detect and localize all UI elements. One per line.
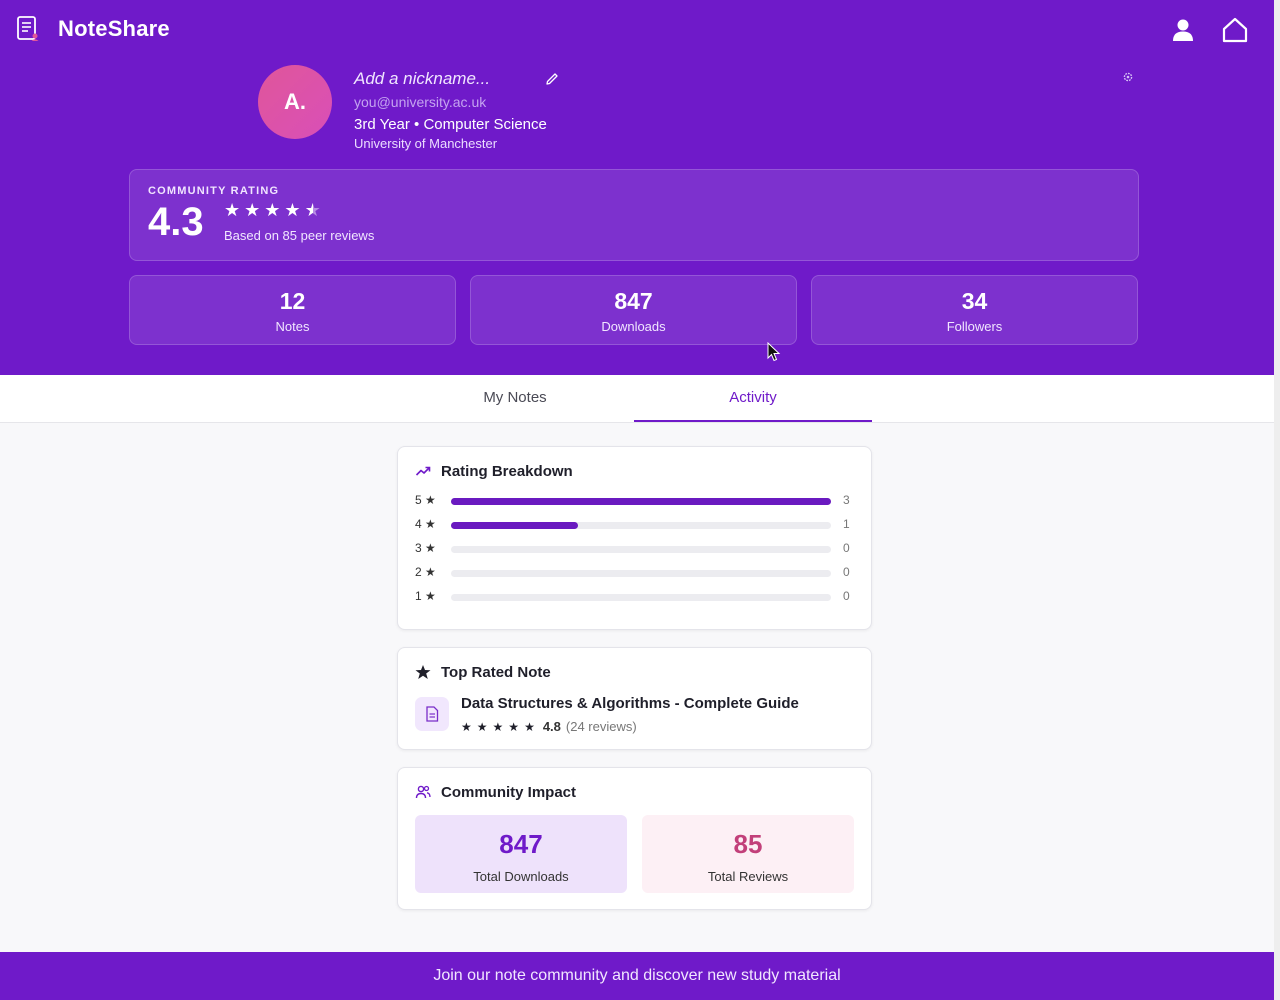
top-note-meta: ★ ★ ★ ★ ★ 4.8 (24 reviews) (461, 719, 637, 734)
star-icon: ★ (476, 719, 488, 734)
stat-value: 12 (279, 288, 306, 314)
star-icon: ★ (508, 719, 520, 734)
stat-card-followers[interactable]: 34 Followers (811, 275, 1138, 345)
stat-label: Followers (946, 319, 1003, 334)
rating-bar-fill (451, 522, 578, 529)
rating-row-count: 3 (843, 493, 850, 507)
document-icon (426, 706, 439, 722)
top-note-title[interactable]: Data Structures & Algorithms - Complete … (461, 695, 799, 712)
users-icon (415, 785, 431, 799)
total-reviews-label: Total Reviews (707, 869, 789, 884)
top-bar: NoteShare (0, 0, 1274, 58)
rating-row: 5 ★ 3 (415, 493, 855, 509)
star-icon: ★ (224, 200, 241, 220)
pencil-icon[interactable] (544, 71, 560, 87)
document-tile[interactable] (415, 697, 449, 731)
rating-bar-track (451, 570, 831, 577)
rating-bar-track (451, 594, 831, 601)
star-icon: ★ (524, 719, 535, 734)
tab-bar: My Notes Activity (0, 375, 1274, 423)
rating-value: 4.3 (148, 200, 204, 244)
total-downloads-value: 847 (499, 829, 543, 859)
rating-row-count: 0 (843, 541, 850, 555)
rating-row-label: 2 ★ (415, 565, 436, 579)
total-reviews-box: 85 Total Reviews (642, 815, 854, 893)
star-icon: ★ (461, 719, 472, 734)
stat-label: Downloads (601, 319, 666, 334)
stat-value: 34 (961, 288, 988, 314)
star-icon (415, 665, 431, 679)
user-icon[interactable] (1169, 16, 1197, 44)
top-note-reviews: (24 reviews) (565, 719, 637, 734)
stat-value: 847 (614, 288, 653, 314)
rating-row: 3 ★ 0 (415, 541, 855, 557)
rating-summary: Based on 85 peer reviews (224, 228, 375, 243)
rating-row: 2 ★ 0 (415, 565, 855, 581)
scrollbar-track[interactable] (1274, 0, 1280, 1000)
rating-stars: ★ ★ ★ ★ ★ (224, 201, 321, 219)
rating-row-label: 1 ★ (415, 589, 436, 603)
top-rated-card: Top Rated Note Data Structures & Algorit… (397, 647, 872, 750)
rating-label: COMMUNITY RATING (148, 185, 280, 197)
nickname-placeholder[interactable]: Add a nickname... (354, 69, 490, 89)
home-icon[interactable] (1221, 16, 1249, 44)
tab-my-notes[interactable]: My Notes (396, 375, 634, 422)
rating-row: 1 ★ 0 (415, 589, 855, 605)
brand-name[interactable]: NoteShare (58, 16, 170, 42)
document-user-icon[interactable] (16, 15, 40, 43)
rating-row-label: 3 ★ (415, 541, 436, 555)
avatar[interactable]: A. (258, 65, 332, 139)
stat-label: Notes (275, 319, 310, 334)
total-downloads-label: Total Downloads (473, 869, 569, 884)
profile-email: you@university.ac.uk (354, 94, 487, 110)
rating-row-count: 0 (843, 565, 850, 579)
total-downloads-box: 847 Total Downloads (415, 815, 627, 893)
profile-university: University of Manchester (354, 136, 498, 151)
rating-bar-track (451, 498, 831, 505)
community-impact-card: Community Impact 847 Total Downloads 85 … (397, 767, 872, 910)
rating-row-count: 0 (843, 589, 850, 603)
rating-bar-track (451, 546, 831, 553)
mouse-cursor-icon (767, 342, 781, 362)
half-star-icon: ★ (304, 200, 321, 220)
community-rating-card: COMMUNITY RATING 4.3 ★ ★ ★ ★ ★ Based on … (129, 169, 1139, 261)
gear-icon[interactable] (1122, 71, 1134, 83)
stat-card-notes[interactable]: 12 Notes (129, 275, 456, 345)
card-title: Community Impact (441, 784, 577, 801)
footer-banner[interactable]: Join our note community and discover new… (0, 952, 1274, 1000)
rating-row-label: 4 ★ (415, 517, 436, 531)
profile-year-course: 3rd Year • Computer Science (354, 116, 547, 133)
star-icon: ★ (244, 200, 261, 220)
rating-row-label: 5 ★ (415, 493, 436, 507)
top-note-score: 4.8 (542, 719, 561, 734)
trending-up-icon (415, 466, 431, 476)
rating-breakdown-card: Rating Breakdown 5 ★ 3 4 ★ 1 3 ★ 0 2 ★ 0 1 ★ 0 (397, 446, 872, 630)
rating-bar-track (451, 522, 831, 529)
card-title: Rating Breakdown (441, 463, 573, 480)
tab-activity[interactable]: Activity (634, 375, 872, 422)
star-icon: ★ (284, 200, 301, 220)
total-reviews-value: 85 (733, 829, 763, 859)
rating-row-count: 1 (843, 517, 850, 531)
card-title: Top Rated Note (441, 664, 551, 681)
stat-card-downloads[interactable]: 847 Downloads (470, 275, 797, 345)
star-icon: ★ (492, 719, 504, 734)
star-icon: ★ (264, 200, 281, 220)
rating-row: 4 ★ 1 (415, 517, 855, 533)
rating-bar-fill (451, 498, 831, 505)
